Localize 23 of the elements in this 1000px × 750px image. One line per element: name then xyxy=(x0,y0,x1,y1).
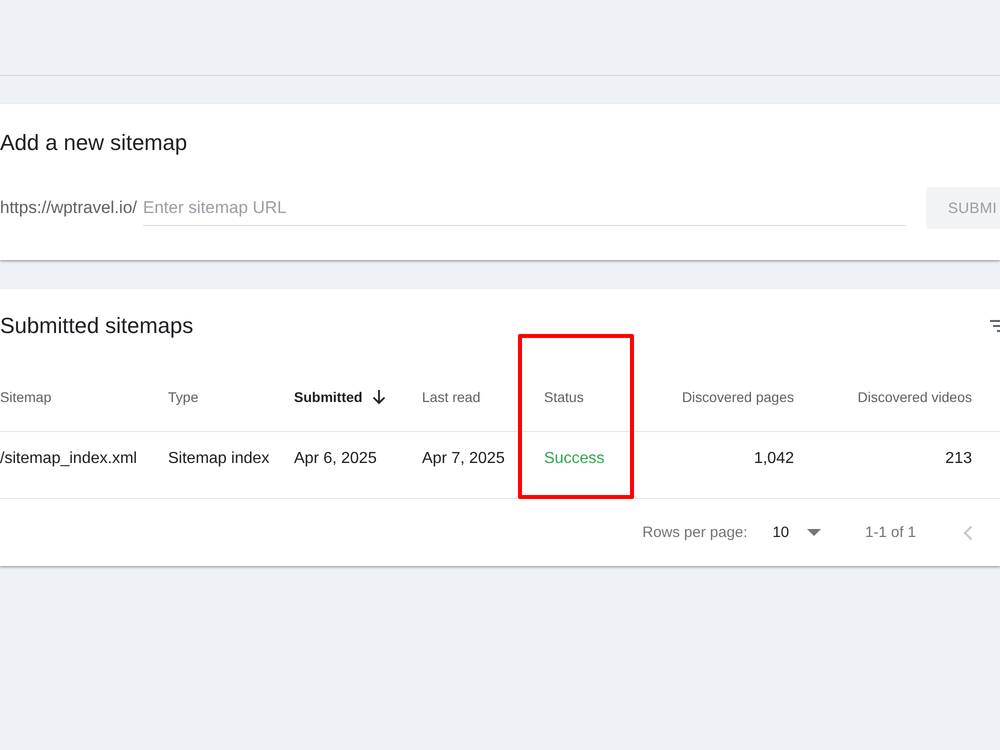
table-cell: Sitemap index xyxy=(168,450,270,468)
table-cell: Apr 7, 2025 xyxy=(422,450,505,468)
sitemap-url-field[interactable]: Enter sitemap URL xyxy=(143,190,906,226)
table-cell: /sitemap_index.xml xyxy=(0,450,137,468)
url-prefix: https://wptravel.io/ xyxy=(0,198,138,218)
caret-icon xyxy=(807,529,822,536)
column-header[interactable]: Discovered videos xyxy=(858,389,972,405)
table-cell: 1,042 xyxy=(754,450,794,468)
rows-per-page-select[interactable]: 10 xyxy=(772,524,822,541)
table-cell: Success xyxy=(544,450,604,468)
table-cell: Apr 6, 2025 xyxy=(294,450,377,468)
section-title: Add a new sitemap xyxy=(0,129,188,157)
column-header[interactable]: Sitemap xyxy=(0,389,52,405)
column-header[interactable]: Type xyxy=(168,389,198,405)
page-range: 1-1 of 1 xyxy=(865,524,916,541)
rows-per-page-label: Rows per page: xyxy=(642,524,748,541)
column-header[interactable]: Last read xyxy=(422,389,480,405)
sort-arrow-icon xyxy=(372,389,386,405)
column-header[interactable]: Discovered pages xyxy=(682,389,794,405)
column-header[interactable]: Submitted xyxy=(294,389,386,405)
column-header[interactable]: Status xyxy=(544,389,584,405)
section-title: Submitted sitemaps xyxy=(0,312,194,340)
table-cell: 213 xyxy=(945,450,972,468)
